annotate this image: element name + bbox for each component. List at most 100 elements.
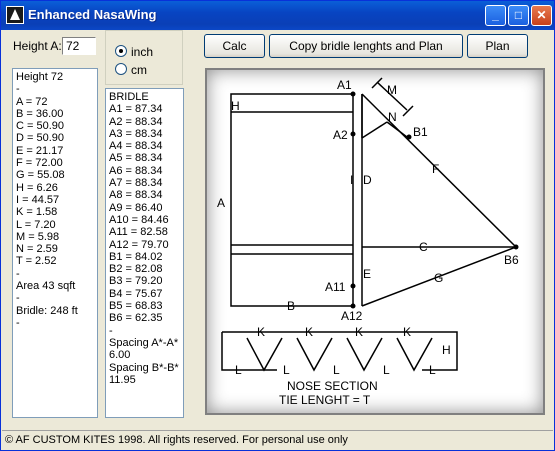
- label-a: A: [217, 196, 225, 210]
- kite-diagram: A1 A2 A11 A12 B1 B6 H A B C D E F G I M …: [205, 68, 545, 415]
- nose-caption: NOSE SECTION: [287, 379, 378, 393]
- title-bar[interactable]: Enhanced NasaWing _ □ ✕: [1, 1, 554, 30]
- dimensions-list[interactable]: Height 72 - A = 72 B = 36.00 C = 50.90 D = 50…: [12, 68, 98, 418]
- label-c: C: [419, 240, 428, 254]
- label-l1: L: [235, 363, 242, 377]
- label-k4: K: [403, 325, 411, 339]
- minimize-icon: _: [492, 8, 499, 22]
- nose-v4: [396, 337, 433, 372]
- tie-caption: TIE LENGHT = T: [279, 393, 371, 407]
- bridle-item: A9 = 86.40: [109, 201, 163, 214]
- app-window: Enhanced NasaWing _ □ ✕ Height A: 72 inc…: [0, 0, 555, 451]
- nose-tri-b: [386, 121, 408, 138]
- bridle-item: A4 = 88.34: [109, 140, 163, 153]
- b1-point: [406, 134, 412, 140]
- maximize-button[interactable]: □: [508, 5, 529, 26]
- label-k2: K: [305, 325, 313, 339]
- label-m: M: [387, 83, 397, 97]
- dimension-item: H = 6.26: [16, 181, 58, 194]
- bridle-item: -: [109, 324, 113, 337]
- dimension-item: C = 50.90: [16, 120, 65, 133]
- dimension-item: E = 21.17: [16, 144, 64, 157]
- bridle-item: 11.95: [109, 373, 136, 386]
- calc-button[interactable]: Calc: [204, 34, 265, 58]
- dimension-item: Bridle: 248 ft: [16, 304, 78, 317]
- b6-point: [513, 244, 519, 250]
- bridle-item: B5 = 68.83: [109, 300, 163, 313]
- bridle-item: A8 = 88.34: [109, 189, 163, 202]
- inch-label: inch: [131, 45, 154, 59]
- dimension-item: K = 1.58: [16, 206, 58, 219]
- dimension-item: T = 2.52: [16, 255, 57, 268]
- plan-button[interactable]: Plan: [467, 34, 528, 58]
- close-icon: ✕: [536, 8, 547, 22]
- bridle-item: A10 = 84.46: [109, 213, 169, 226]
- a2-point: [350, 131, 356, 137]
- bridle-item: 6.00: [109, 349, 131, 362]
- label-b6: B6: [504, 253, 519, 267]
- label-e: E: [363, 267, 371, 281]
- dimension-item: F = 72.00: [16, 157, 63, 170]
- bridle-item: A3 = 88.34: [109, 127, 163, 140]
- label-k3: K: [355, 325, 363, 339]
- height-label: Height A:: [13, 39, 62, 53]
- bridle-item: B3 = 79.20: [109, 275, 163, 288]
- bridle-item: A12 = 79.70: [109, 238, 169, 251]
- bridle-list[interactable]: BRIDLE A1 = 87.34 A2 = 88.34 A3 = 88.34 A4 =…: [105, 88, 184, 418]
- bridle-item: B4 = 75.67: [109, 287, 163, 300]
- copy-bridle-button[interactable]: Copy bridle lenghts and Plan: [269, 34, 463, 58]
- bridle-item: A7 = 88.34: [109, 177, 163, 190]
- nose-v2: [296, 337, 333, 372]
- status-bar: © AF CUSTOM KITES 1998. All rights reser…: [2, 430, 553, 449]
- bridle-item: B1 = 84.02: [109, 250, 163, 263]
- label-b1: B1: [413, 125, 428, 139]
- dimension-item: I = 44.57: [16, 193, 60, 206]
- dimension-item: -: [16, 292, 20, 305]
- kite-icon: [6, 6, 24, 24]
- label-f: F: [432, 162, 439, 176]
- dimension-item: L = 7.20: [16, 218, 56, 231]
- close-button[interactable]: ✕: [531, 5, 552, 26]
- nose-v1: [246, 337, 283, 372]
- a12-point: [350, 303, 356, 309]
- label-a12: A12: [341, 309, 363, 323]
- dimension-item: N = 2.59: [16, 243, 58, 256]
- dimension-item: Height 72: [16, 71, 64, 83]
- m-tick1: [371, 77, 383, 89]
- dimension-item: D = 50.90: [16, 132, 65, 145]
- label-l2: L: [283, 363, 290, 377]
- height-input[interactable]: 72: [62, 37, 96, 55]
- bridle-item: A1 = 87.34: [109, 103, 163, 116]
- a11-point: [350, 283, 356, 289]
- bridle-item: B6 = 62.35: [109, 312, 163, 325]
- minimize-button[interactable]: _: [485, 5, 506, 26]
- dimension-item: A = 72: [16, 95, 48, 108]
- kite-plan-svg: A1 A2 A11 A12 B1 B6 H A B C D E F G I M …: [217, 77, 519, 407]
- label-g: G: [434, 271, 443, 285]
- maximize-icon: □: [514, 8, 523, 22]
- nose-left: [221, 332, 277, 371]
- label-h: H: [231, 99, 240, 113]
- bridle-item: BRIDLE: [109, 91, 149, 103]
- label-l3: L: [333, 363, 340, 377]
- dimension-item: B = 36.00: [16, 107, 64, 120]
- label-a2: A2: [333, 128, 348, 142]
- label-nose-h: H: [442, 343, 451, 357]
- dimension-item: M = 5.98: [16, 230, 60, 243]
- nose-tri-a: [361, 121, 388, 139]
- bridle-item: B2 = 82.08: [109, 263, 163, 276]
- bridle-item: Spacing B*-B*: [109, 361, 179, 374]
- a1-point: [350, 91, 356, 97]
- bridle-item: Spacing A*-A*: [109, 336, 179, 349]
- dimension-item: G = 55.08: [16, 169, 65, 182]
- label-i: I: [350, 173, 353, 187]
- label-b: B: [287, 299, 295, 313]
- label-k1: K: [257, 325, 265, 339]
- window-title: Enhanced NasaWing: [28, 7, 157, 22]
- label-n: N: [388, 110, 397, 124]
- nose-v3: [346, 337, 383, 372]
- cm-radio[interactable]: [115, 63, 127, 75]
- label-l5: L: [429, 363, 436, 377]
- dimension-item: -: [16, 267, 20, 280]
- inch-radio[interactable]: [115, 45, 127, 57]
